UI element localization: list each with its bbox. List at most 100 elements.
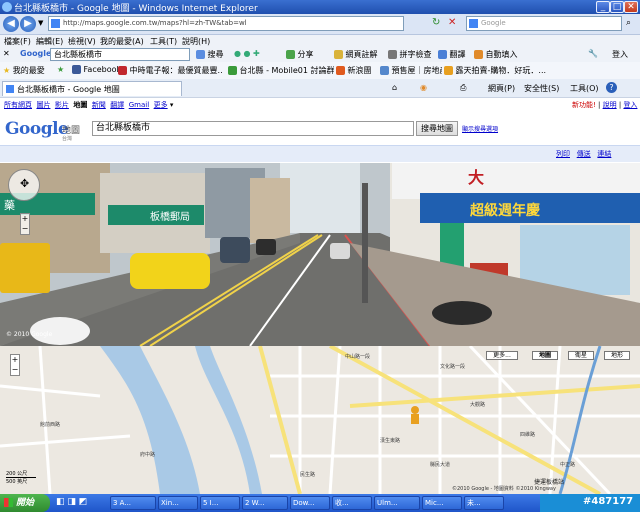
help-icon[interactable]: ?: [606, 82, 617, 93]
google-logo[interactable]: Google: [5, 119, 69, 139]
google-nav-links: 所有網頁 圖片 影片 地圖 新聞 翻譯 Gmail 更多 ▾: [4, 101, 174, 109]
back-button[interactable]: ◀: [3, 16, 19, 32]
tools-menu[interactable]: 工具(O): [570, 83, 599, 94]
toolbar-search-field[interactable]: 台北縣板橋市: [50, 48, 190, 61]
search-go-icon[interactable]: ⌕: [626, 18, 631, 28]
street-label-1: 文化路一段: [440, 363, 465, 370]
nav-all-web[interactable]: 所有網頁: [4, 101, 32, 109]
nav-video[interactable]: 影片: [55, 101, 69, 109]
task-4[interactable]: Dow...: [290, 496, 330, 510]
window-title-bar: 台北縣板橋市 - Google 地圖 - Windows Internet Ex…: [0, 0, 640, 14]
toolbar-autofill-button[interactable]: 自動填入: [474, 49, 518, 60]
toolbar-close-icon[interactable]: ✕: [3, 49, 10, 58]
toolbar-translate-button[interactable]: 翻譯: [438, 49, 466, 60]
nav-gmail[interactable]: Gmail: [129, 101, 149, 109]
street-view-copyright: © 2010 Google: [6, 331, 53, 338]
advanced-search-link[interactable]: 顯示搜尋選項: [462, 124, 498, 133]
menu-view[interactable]: 檢視(V): [68, 36, 96, 47]
menu-favorites[interactable]: 我的最愛(A): [100, 36, 144, 47]
maps-search-input[interactable]: 台北縣板橋市: [92, 121, 414, 136]
url-text: http://maps.google.com.tw/maps?hl=zh-TW&…: [63, 19, 247, 27]
favorite-link-sina[interactable]: 新浪團: [336, 65, 372, 76]
whats-new-link[interactable]: 新功能!: [572, 101, 596, 109]
google-logo-region: 台灣: [62, 136, 73, 142]
map-type-terrain-button[interactable]: 地形: [604, 351, 630, 360]
menu-edit[interactable]: 編輯(E): [36, 36, 63, 47]
toolbar-share-button[interactable]: 分享: [286, 49, 314, 60]
start-label: 開始: [16, 498, 35, 508]
task-6[interactable]: Ulm...: [374, 496, 420, 510]
task-3[interactable]: 2 W...: [242, 496, 288, 510]
print-link[interactable]: 列印: [556, 150, 570, 158]
google-toolbar: ✕ Google 台北縣板橋市 搜尋 ● ● ✚ 分享 網頁註解 拼字檢查 翻譯…: [0, 47, 640, 63]
tab-active[interactable]: 台北縣板橋市 - Google 地圖: [2, 81, 182, 96]
nav-maps[interactable]: 地圖: [73, 101, 87, 109]
safety-menu[interactable]: 安全性(S): [524, 83, 559, 94]
print-icon[interactable]: ⎙: [460, 83, 466, 93]
task-2[interactable]: 5 I...: [200, 496, 240, 510]
nav-images[interactable]: 圖片: [36, 101, 50, 109]
note-icon: [334, 50, 343, 59]
toolbar-signin-button[interactable]: 登入: [612, 49, 628, 60]
toolbar-icons[interactable]: ● ● ✚: [234, 49, 260, 58]
share-icon: [286, 50, 295, 59]
tab-title: 台北縣板橋市 - Google 地圖: [17, 85, 120, 94]
favorites-button[interactable]: ★ 我的最愛: [3, 65, 45, 76]
favorite-link-ruten[interactable]: 露天拍賣-購物．好玩．...: [444, 65, 550, 76]
nav-news[interactable]: 新聞: [92, 101, 106, 109]
forward-button[interactable]: ▶: [20, 16, 36, 32]
feeds-icon[interactable]: ◉: [420, 83, 427, 92]
wrench-icon[interactable]: 🔧: [588, 49, 598, 58]
task-0[interactable]: 3 A...: [110, 496, 156, 510]
task-5[interactable]: 收...: [332, 496, 372, 510]
search-input[interactable]: Google: [466, 16, 622, 31]
street-label-7: 府中路: [140, 451, 155, 458]
map-view[interactable]: 中山路一段 文化路一段 大觀路 漢生東路 四維路 民生路 縣民大道 府中路 館前…: [0, 346, 640, 494]
signin-link[interactable]: 登入: [623, 101, 637, 109]
refresh-icon[interactable]: ↻: [432, 17, 444, 29]
favorite-label-facebook: Facebook: [83, 65, 122, 74]
menu-file[interactable]: 檔案(F): [4, 36, 31, 47]
close-button[interactable]: ✕: [624, 1, 638, 13]
help-link[interactable]: 說明: [603, 101, 617, 109]
pan-control[interactable]: ✥: [8, 169, 40, 201]
stop-icon[interactable]: ✕: [448, 17, 460, 29]
menu-tools[interactable]: 工具(T): [150, 36, 177, 47]
maps-search-button[interactable]: 搜尋地圖: [416, 121, 458, 136]
toolbar-search-button[interactable]: 搜尋: [196, 49, 224, 60]
menu-help[interactable]: 說明(H): [182, 36, 210, 47]
link-link[interactable]: 連結: [597, 150, 611, 158]
autofill-icon: [474, 50, 483, 59]
task-1[interactable]: Xin...: [158, 496, 198, 510]
nav-more[interactable]: 更多: [154, 101, 168, 109]
url-field[interactable]: http://maps.google.com.tw/maps?hl=zh-TW&…: [48, 16, 404, 31]
map-more-button[interactable]: 更多...: [486, 351, 518, 360]
map-zoom-control[interactable]: + −: [10, 354, 20, 376]
favorites-label: 我的最愛: [12, 66, 45, 75]
task-8[interactable]: 未...: [464, 496, 504, 510]
start-button[interactable]: 開始: [0, 494, 50, 512]
quicklaunch-icons[interactable]: ◧ ◨ ◩: [56, 497, 87, 507]
google-right-links: 新功能! | 說明 | 登入: [572, 101, 638, 109]
toolbar-webmark-button[interactable]: 網頁註解: [334, 49, 378, 60]
page-menu[interactable]: 網頁(P): [488, 83, 515, 94]
home-icon[interactable]: ⌂: [392, 83, 397, 92]
zoom-control[interactable]: + −: [20, 213, 30, 235]
favorite-link-facebook[interactable]: Facebook: [72, 65, 121, 74]
maximize-button[interactable]: □: [610, 1, 624, 13]
task-7[interactable]: Mic...: [422, 496, 462, 510]
street-view-panorama[interactable]: 板橋郵局 藥 超級週年慶 大 ✥ + − © 2010 Google: [0, 163, 640, 346]
map-type-map-button[interactable]: 地圖: [532, 351, 558, 360]
favorite-link-mobile01[interactable]: 台北縣 - Mobile01 討論群組: [228, 65, 334, 76]
send-link[interactable]: 傳送: [577, 150, 591, 158]
add-favorite-icon[interactable]: ★: [57, 65, 64, 74]
toolbar-spell-button[interactable]: 拼字檢查: [388, 49, 432, 60]
map-type-satellite-button[interactable]: 衛星: [568, 351, 594, 360]
minimize-button[interactable]: _: [596, 1, 610, 13]
sina-icon: [336, 66, 345, 75]
sign-big-char: 大: [468, 168, 484, 187]
favorite-link-chinatimes[interactable]: 中時電子報：最優質最豐...: [118, 65, 222, 76]
favorite-link-realestate[interactable]: 預售屋｜房地產...: [380, 65, 442, 76]
history-dropdown-icon[interactable]: ▼: [38, 19, 43, 27]
nav-translate[interactable]: 翻譯: [110, 101, 124, 109]
